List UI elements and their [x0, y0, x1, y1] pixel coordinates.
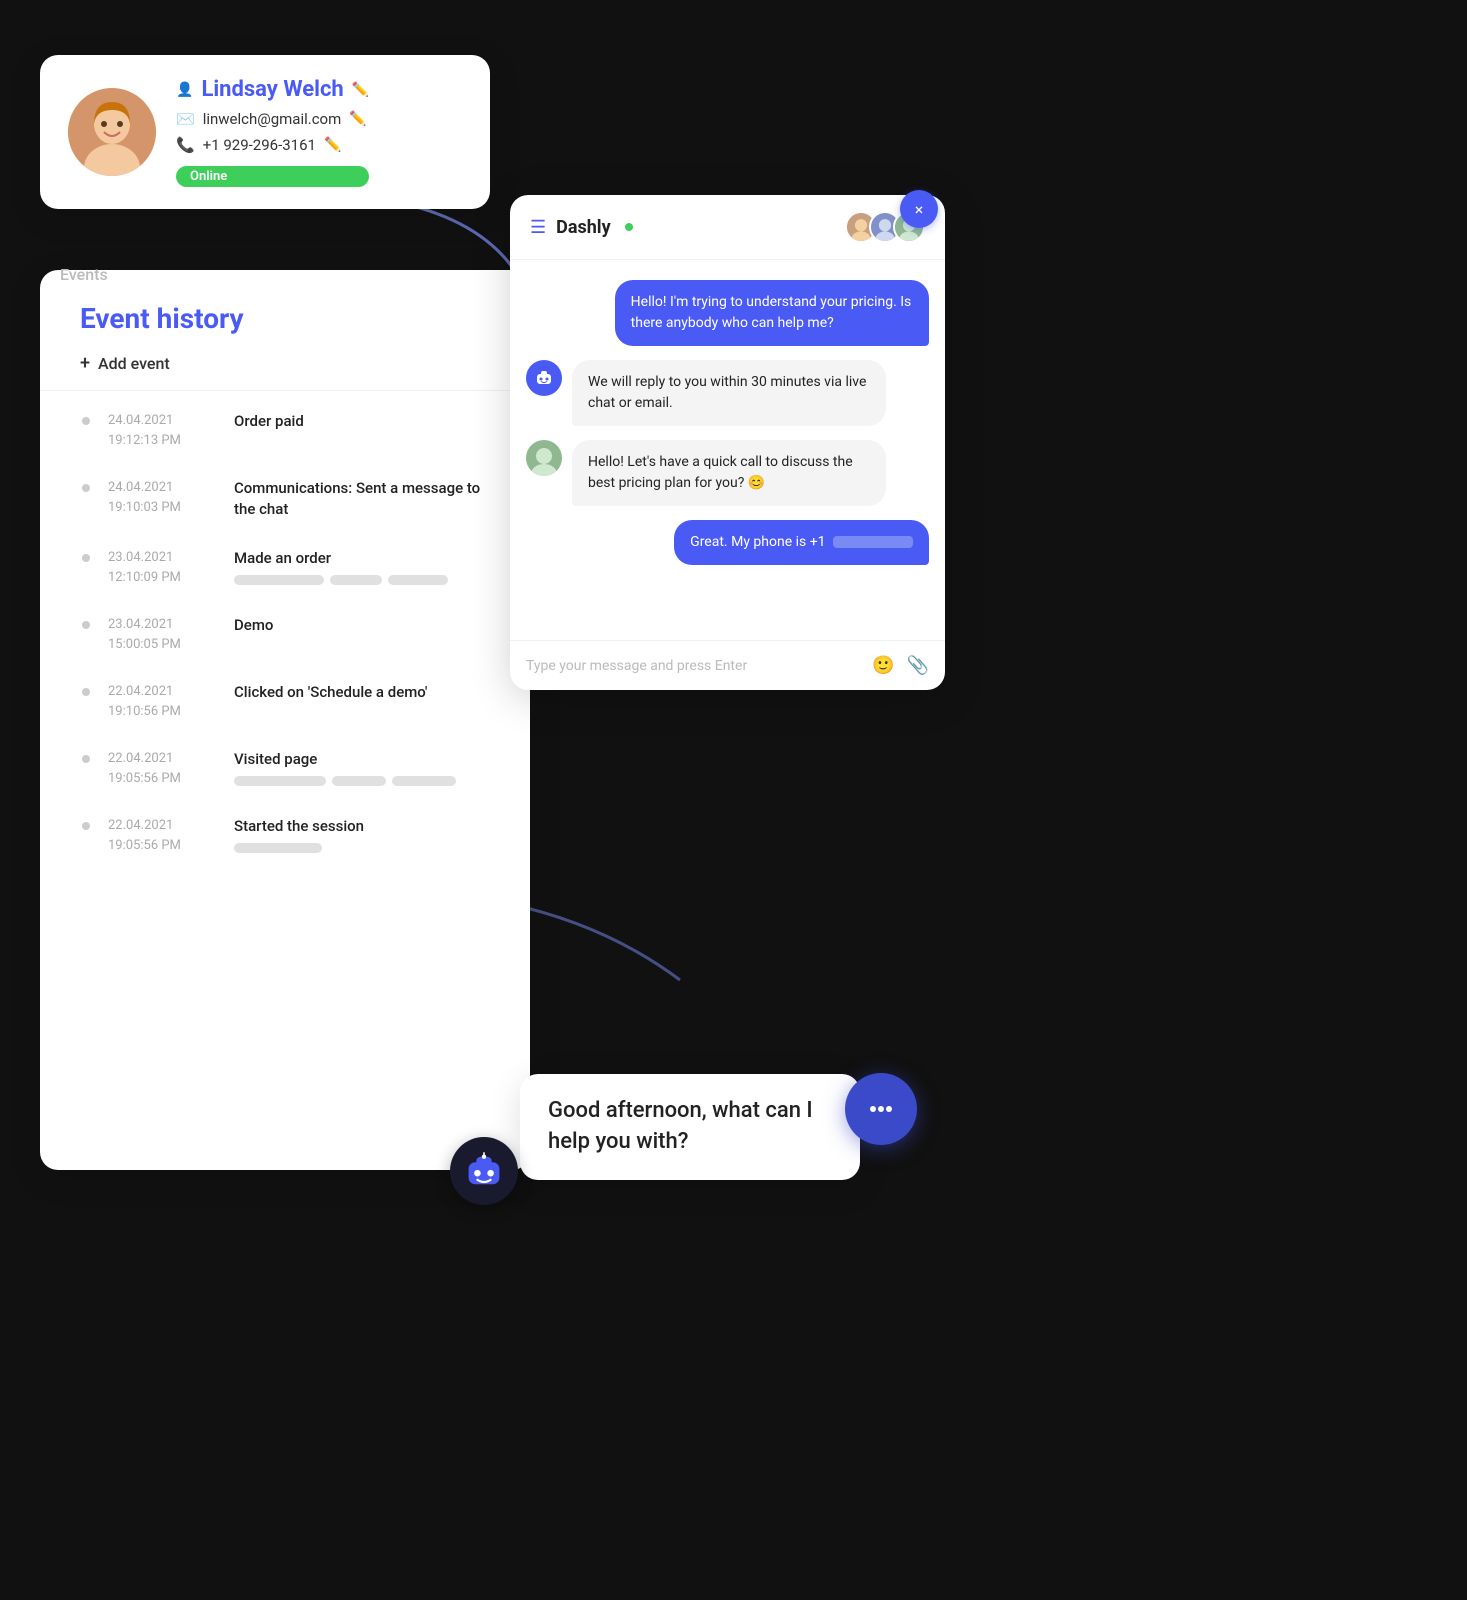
bot-icon	[526, 360, 562, 396]
chat-input-icons: 🙂 📎	[872, 655, 929, 676]
contact-email: linwelch@gmail.com	[203, 110, 342, 128]
agent-message-avatar	[526, 440, 562, 476]
bot-greeting-icon	[450, 1137, 518, 1205]
event-history-panel: Event history + Add event 24.04.2021 19:…	[40, 270, 530, 1170]
add-event-button[interactable]: + Add event	[80, 353, 490, 374]
event-description: Started the session	[234, 816, 364, 837]
contact-phone-row: 📞 +1 929-296-3161 ✏️	[176, 136, 369, 154]
agent-message: Hello! Let's have a quick call to discus…	[572, 440, 886, 506]
list-item: 23.04.2021 12:10:09 PM Made an order	[80, 548, 490, 587]
event-date: 22.04.2021 19:10:56 PM	[108, 682, 218, 721]
phone-icon: 📞	[176, 136, 195, 154]
event-description: Demo	[234, 615, 273, 636]
chat-header-left: ☰ Dashly	[530, 217, 633, 238]
event-dot	[82, 688, 90, 696]
event-dot-col	[80, 411, 92, 425]
event-tag	[234, 575, 324, 585]
event-list: 24.04.2021 19:12:13 PM Order paid 24.04.…	[40, 391, 530, 855]
chat-header: ☰ Dashly	[510, 195, 945, 260]
list-item: 22.04.2021 19:05:56 PM Started the sessi…	[80, 816, 490, 855]
bot-message: We will reply to you within 30 minutes v…	[572, 360, 886, 426]
event-tag	[392, 776, 456, 786]
event-description: Communications: Sent a message to the ch…	[234, 478, 490, 520]
event-description: Order paid	[234, 411, 304, 432]
bot-greeting-text: Good afternoon, what can I help you with…	[548, 1098, 813, 1154]
event-dot	[82, 554, 90, 562]
person-icon: 👤	[176, 82, 193, 98]
event-dot-col	[80, 682, 92, 696]
contact-card: 👤 Lindsay Welch ✏️ ✉️ linwelch@gmail.com…	[40, 55, 490, 209]
chat-input-row: Type your message and press Enter 🙂 📎	[510, 640, 945, 690]
event-description-col: Visited page	[234, 749, 456, 786]
event-tags	[234, 776, 456, 786]
status-badge: Online	[176, 166, 369, 187]
event-tag	[234, 776, 326, 786]
contact-email-row: ✉️ linwelch@gmail.com ✏️	[176, 110, 369, 128]
event-description: Made an order	[234, 548, 448, 569]
hamburger-icon[interactable]: ☰	[530, 217, 546, 238]
event-dot-col	[80, 615, 92, 629]
chat-widget-button[interactable]	[845, 1073, 917, 1145]
event-tag	[332, 776, 386, 786]
close-icon: ×	[915, 200, 924, 219]
contact-info: 👤 Lindsay Welch ✏️ ✉️ linwelch@gmail.com…	[176, 77, 369, 187]
user-message: Hello! I'm trying to understand your pri…	[615, 280, 929, 346]
contact-name: Lindsay Welch	[201, 77, 343, 102]
event-dot	[82, 417, 90, 425]
event-dot	[82, 621, 90, 629]
event-panel-header: Event history + Add event	[40, 270, 530, 391]
emoji-icon[interactable]: 🙂	[872, 655, 894, 676]
list-item: 23.04.2021 15:00:05 PM Demo	[80, 615, 490, 654]
event-dot	[82, 755, 90, 763]
add-event-label: Add event	[98, 354, 170, 373]
event-date: 22.04.2021 19:05:56 PM	[108, 749, 218, 788]
event-tags	[234, 575, 448, 585]
user-message: Great. My phone is +1	[674, 520, 929, 565]
event-date: 24.04.2021 19:10:03 PM	[108, 478, 218, 517]
event-tags	[234, 843, 364, 853]
event-dot	[82, 484, 90, 492]
event-tag	[234, 843, 322, 853]
event-dot-col	[80, 749, 92, 763]
plus-icon: +	[80, 353, 90, 374]
chat-input-placeholder[interactable]: Type your message and press Enter	[526, 658, 747, 674]
event-description: Visited page	[234, 749, 456, 770]
bot-message-row: We will reply to you within 30 minutes v…	[526, 360, 929, 426]
attachment-icon[interactable]: 📎	[907, 655, 929, 676]
event-date: 23.04.2021 15:00:05 PM	[108, 615, 218, 654]
event-description-col: Started the session	[234, 816, 364, 853]
events-section-label: Events	[60, 265, 108, 284]
event-history-title: Event history	[80, 302, 490, 335]
event-tag	[330, 575, 382, 585]
agent-message-row: Hello! Let's have a quick call to discus…	[526, 440, 929, 506]
edit-phone-icon[interactable]: ✏️	[324, 137, 341, 153]
event-date: 22.04.2021 19:05:56 PM	[108, 816, 218, 855]
event-tag	[388, 575, 448, 585]
list-item: 24.04.2021 19:12:13 PM Order paid	[80, 411, 490, 450]
online-indicator	[625, 223, 633, 231]
contact-phone: +1 929-296-3161	[203, 136, 316, 154]
event-dot-col	[80, 548, 92, 562]
edit-email-icon[interactable]: ✏️	[349, 111, 366, 127]
chat-window: ☰ Dashly	[510, 195, 945, 690]
edit-name-icon[interactable]: ✏️	[352, 82, 369, 98]
email-icon: ✉️	[176, 110, 195, 128]
event-description-col: Made an order	[234, 548, 448, 585]
event-dot-col	[80, 478, 92, 492]
avatar	[68, 88, 156, 176]
chat-brand: Dashly	[556, 217, 610, 238]
contact-name-row: 👤 Lindsay Welch ✏️	[176, 77, 369, 102]
chat-messages: Hello! I'm trying to understand your pri…	[510, 260, 945, 640]
event-date: 23.04.2021 12:10:09 PM	[108, 548, 218, 587]
event-date: 24.04.2021 19:12:13 PM	[108, 411, 218, 450]
close-button[interactable]: ×	[900, 190, 938, 228]
list-item: 24.04.2021 19:10:03 PM Communications: S…	[80, 478, 490, 520]
event-description: Clicked on 'Schedule a demo'	[234, 682, 427, 703]
list-item: 22.04.2021 19:10:56 PM Clicked on 'Sched…	[80, 682, 490, 721]
list-item: 22.04.2021 19:05:56 PM Visited page	[80, 749, 490, 788]
event-dot-col	[80, 816, 92, 830]
bot-greeting-bubble: Good afternoon, what can I help you with…	[520, 1074, 860, 1180]
event-dot	[82, 822, 90, 830]
